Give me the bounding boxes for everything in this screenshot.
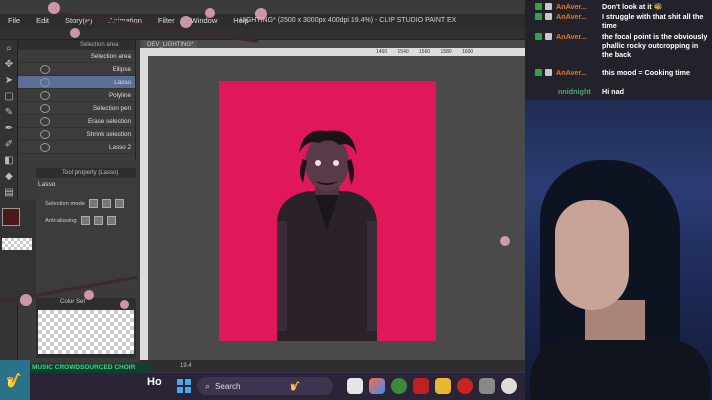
eyedropper-icon[interactable]: ✎: [3, 107, 15, 119]
horizontal-ruler: 1460 1540 1560 1580 1600: [140, 48, 525, 56]
operation-icon[interactable]: ➤: [3, 75, 15, 87]
tool-property-name: Lasso: [38, 181, 56, 188]
blossom-overlay: [84, 290, 94, 300]
clip-studio-window: File Edit Story(P) Animation Filter Wind…: [0, 0, 525, 372]
ruler-tick: 1600: [462, 49, 474, 55]
subtool-selection-area[interactable]: Selection area: [18, 50, 135, 63]
blossom-overlay: [255, 8, 267, 20]
artwork-canvas[interactable]: [219, 81, 436, 341]
gradient-icon[interactable]: ▤: [3, 187, 15, 199]
taskbar-apps: [347, 378, 517, 394]
shrink-selection-icon: [40, 130, 50, 139]
transparent-color-swatch[interactable]: [2, 238, 32, 250]
lasso-icon: [40, 78, 50, 87]
menu-file[interactable]: File: [0, 14, 28, 28]
subtool-erase-selection[interactable]: Erase selection: [18, 115, 135, 128]
add-selection-icon[interactable]: [101, 199, 111, 208]
search-icon: ⌕: [205, 380, 211, 391]
blossom-overlay: [20, 294, 32, 306]
blossom-overlay: [500, 236, 510, 246]
selection-pen-icon: [40, 104, 50, 113]
sub-badge-icon: [545, 33, 552, 40]
selection-icon[interactable]: ▢: [3, 91, 15, 103]
window-title: LIGHTING* (2500 x 3000px 400dpi 19.4%) -…: [240, 17, 457, 24]
mod-badge-icon: [535, 33, 542, 40]
blossom-overlay: [180, 16, 192, 28]
chat-message: AnAver... Don't look at it 🐝: [525, 2, 712, 12]
sub-tool-panel: Selection area Selection area Ellipse La…: [18, 40, 136, 160]
subtool-ellipse[interactable]: Ellipse: [18, 63, 135, 76]
game-app-icon[interactable]: [413, 378, 429, 394]
subtool-lasso-2[interactable]: Lasso 2: [18, 141, 135, 154]
subtool-lasso[interactable]: Lasso: [18, 76, 135, 89]
lasso-2-icon: [40, 143, 50, 152]
new-selection-icon[interactable]: [88, 199, 98, 208]
blossom-overlay: [48, 2, 60, 14]
anti-aliasing-label: Anti-aliasing: [45, 217, 77, 224]
chrome-icon[interactable]: [391, 378, 407, 394]
blossom-overlay: [120, 300, 129, 309]
sub-badge-icon: [545, 13, 552, 20]
ruler-tick: 1540: [397, 49, 409, 55]
mod-badge-icon: [535, 3, 542, 10]
fill-icon[interactable]: ◆: [3, 171, 15, 183]
app-icon[interactable]: [479, 378, 495, 394]
stream-chat: AnAver... Don't look at it 🐝 AnAver... I…: [525, 0, 712, 100]
taskbar-search[interactable]: ⌕ Search 🎷: [197, 377, 333, 395]
aa-none-icon[interactable]: [80, 216, 90, 225]
zoom-readout[interactable]: 19.4: [180, 363, 192, 369]
sub-badge-icon: [545, 3, 552, 10]
file-explorer-icon[interactable]: [435, 378, 451, 394]
pen-icon[interactable]: ✒: [3, 123, 15, 135]
tool-property-panel: Tool property (Lasso) Lasso Selection mo…: [36, 168, 136, 286]
music-now-playing: MUSIC CROWDSOURCED CHOIR: [30, 363, 150, 373]
main-color-swatch[interactable]: [2, 208, 20, 226]
webcam-person-shirt: [530, 340, 710, 400]
brush-icon[interactable]: ✐: [3, 139, 15, 151]
overlay-ho-text: Ho: [147, 376, 162, 388]
stream-screen: File Edit Story(P) Animation Filter Wind…: [0, 0, 712, 400]
polyline-icon: [40, 91, 50, 100]
aa-weak-icon[interactable]: [93, 216, 103, 225]
selection-mode-label: Selection mode: [45, 200, 85, 207]
obs-icon[interactable]: [457, 378, 473, 394]
music-saxophone-icon: 🎷: [0, 360, 30, 400]
search-placeholder: Search: [215, 381, 241, 391]
erase-selection-icon: [40, 117, 50, 126]
zoom-icon[interactable]: ⌕: [3, 43, 15, 55]
blossom-overlay: [70, 28, 80, 38]
eraser-icon[interactable]: ◧: [3, 155, 15, 167]
widgets-icon[interactable]: [369, 378, 385, 394]
mod-badge-icon: [535, 69, 542, 76]
subtool-polyline[interactable]: Polyline: [18, 89, 135, 102]
blossom-overlay: [205, 8, 215, 18]
ruler-tick: 1580: [440, 49, 452, 55]
aa-strong-icon[interactable]: [106, 216, 116, 225]
selection-mode-row: Selection mode: [36, 199, 136, 208]
ruler-tick: 1460: [376, 49, 388, 55]
subtool-selection-pen[interactable]: Selection pen: [18, 102, 135, 115]
move-icon[interactable]: ✥: [3, 59, 15, 71]
vertical-ruler: [140, 56, 148, 366]
sub-badge-icon: [545, 69, 552, 76]
anti-aliasing-row: Anti-aliasing: [36, 216, 136, 225]
copilot-icon[interactable]: [347, 378, 363, 394]
search-highlight-icon: 🎷: [290, 381, 302, 391]
mod-badge-icon: [535, 13, 542, 20]
webcam-feed: [525, 100, 712, 400]
subtool-shrink-selection[interactable]: Shrink selection: [18, 128, 135, 141]
webcam-person-face: [555, 200, 629, 310]
character-illustration: [277, 130, 377, 341]
ruler-tick: 1560: [419, 49, 431, 55]
windows-start-icon[interactable]: [177, 379, 191, 393]
subtract-selection-icon[interactable]: [114, 199, 124, 208]
tool-property-header: Tool property (Lasso): [36, 168, 136, 178]
sub-tool-header: Selection area: [18, 40, 135, 50]
canvas-status-bar: 19.4: [140, 360, 525, 372]
ellipse-icon: [40, 65, 50, 74]
steam-icon[interactable]: [501, 378, 517, 394]
menu-edit[interactable]: Edit: [28, 14, 57, 28]
color-set-grid[interactable]: [38, 310, 134, 354]
